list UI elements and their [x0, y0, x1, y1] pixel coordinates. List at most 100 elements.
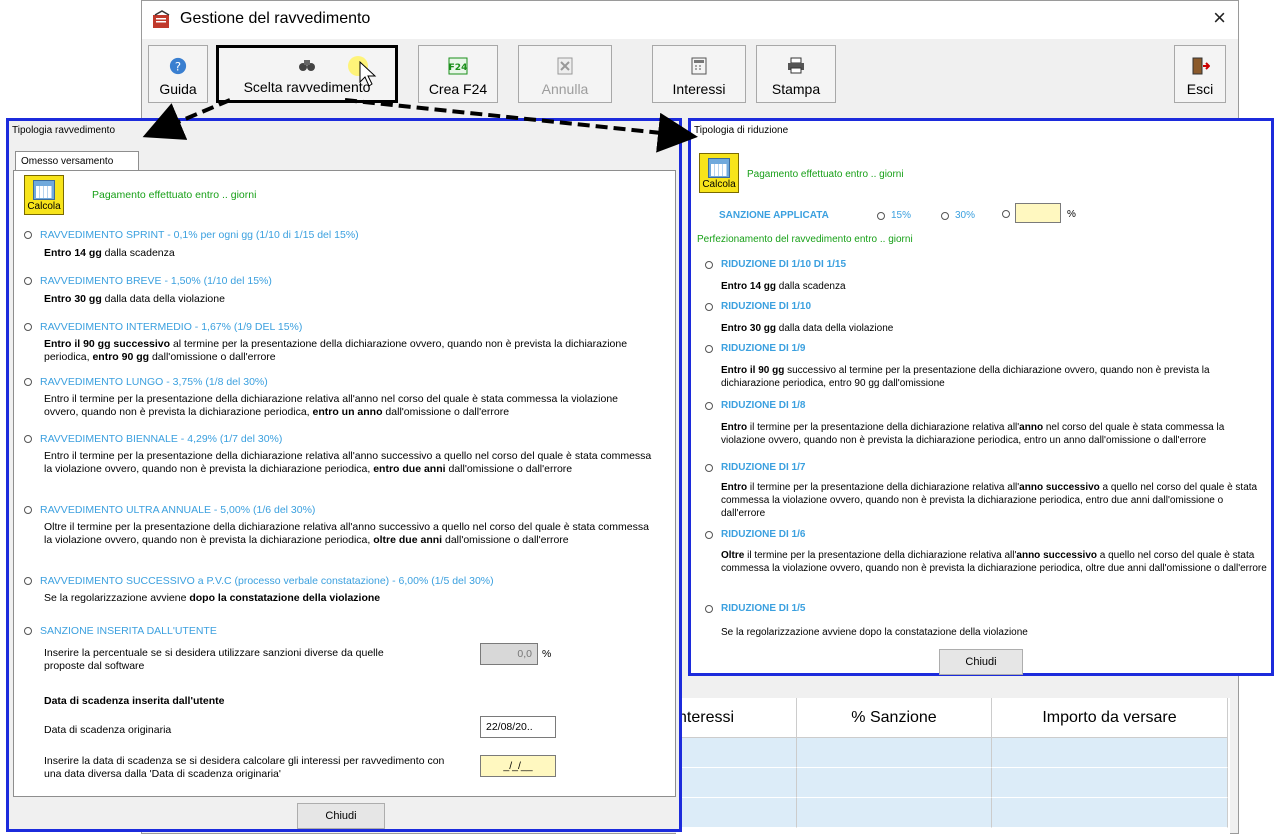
- option-intermedio[interactable]: RAVVEDIMENTO INTERMEDIO - 1,67% (1/9 DEL…: [24, 321, 302, 333]
- radio-button[interactable]: [1002, 210, 1010, 218]
- original-due-date-label: Data di scadenza originaria: [44, 724, 172, 736]
- calcola-label: Calcola: [27, 201, 61, 212]
- option-breve[interactable]: RAVVEDIMENTO BREVE - 1,50% (1/10 del 15%…: [24, 275, 272, 287]
- custom-percentage-field[interactable]: 0,0: [480, 643, 538, 665]
- column-header-importo: Importo da versare: [992, 698, 1228, 738]
- radio-button[interactable]: [705, 260, 713, 269]
- option-label: RIDUZIONE DI 1/6: [721, 529, 806, 540]
- option-riduzione-1-5[interactable]: RIDUZIONE DI 1/5: [705, 603, 805, 614]
- sanzione-custom-field[interactable]: [1015, 203, 1061, 223]
- option-description: Entro 30 gg dalla data della violazione: [721, 323, 894, 334]
- original-due-date-field[interactable]: 22/08/20..: [480, 716, 556, 738]
- section-heading: Pagamento effettuato entro .. giorni: [92, 189, 257, 201]
- crea-f24-button[interactable]: F24 Crea F24: [418, 45, 498, 103]
- option-label: RAVVEDIMENTO INTERMEDIO - 1,67% (1/9 DEL…: [40, 321, 303, 333]
- option-sprint[interactable]: RAVVEDIMENTO SPRINT - 0,1% per ogni gg (…: [24, 229, 359, 241]
- annulla-label: Annulla: [541, 81, 589, 97]
- binoculars-icon: [299, 60, 315, 71]
- table-cell: [797, 798, 992, 828]
- option-description: Entro il termine per la presentazione de…: [44, 450, 652, 475]
- window-title: Gestione del ravvedimento: [180, 10, 371, 27]
- option-description: Entro 30 gg dalla data della violazione: [44, 293, 225, 305]
- option-riduzione-1-10[interactable]: RIDUZIONE DI 1/10: [705, 301, 811, 312]
- custom-percentage-hint: Inserire la percentuale se si desidera u…: [44, 647, 384, 672]
- f24-icon: F24: [448, 57, 468, 75]
- option-riduzione-1-9[interactable]: RIDUZIONE DI 1/9: [705, 343, 805, 354]
- option-riduzione-1-10-di-1-15[interactable]: RIDUZIONE DI 1/10 DI 1/15: [705, 259, 846, 270]
- table-cell: [676, 798, 797, 828]
- chiudi-button[interactable]: Chiudi: [297, 803, 385, 829]
- option-description: Entro il 90 gg successivo al termine per…: [721, 365, 1210, 389]
- calcola-button[interactable]: Calcola: [24, 175, 64, 215]
- sanzione-15-option[interactable]: 15%: [877, 210, 911, 221]
- option-label: RIDUZIONE DI 1/5: [721, 603, 806, 614]
- calcola-label: Calcola: [702, 179, 736, 190]
- close-window-button[interactable]: ×: [1213, 5, 1226, 31]
- app-icon: [153, 10, 170, 28]
- calendar-icon: [33, 180, 55, 200]
- radio-button[interactable]: [877, 211, 885, 220]
- radio-button[interactable]: [705, 604, 713, 613]
- radio-button[interactable]: [24, 231, 32, 239]
- option-riduzione-1-8[interactable]: RIDUZIONE DI 1/8: [705, 400, 805, 411]
- scelta-ravvedimento-button[interactable]: Scelta ravvedimento: [216, 45, 398, 103]
- calcola-button[interactable]: Calcola: [699, 153, 739, 193]
- option-label: RAVVEDIMENTO BREVE - 1,50% (1/10 del 15%…: [40, 275, 272, 287]
- option-label: RIDUZIONE DI 1/7: [721, 462, 806, 473]
- option-lungo[interactable]: RAVVEDIMENTO LUNGO - 3,75% (1/8 del 30%): [24, 376, 268, 388]
- option-successivo-pvc[interactable]: RAVVEDIMENTO SUCCESSIVO a P.V.C (process…: [24, 575, 494, 587]
- option-description: Entro il termine per la presentazione de…: [44, 393, 618, 418]
- radio-button[interactable]: [24, 277, 32, 285]
- esci-button[interactable]: Esci: [1174, 45, 1226, 103]
- radio-button[interactable]: [705, 302, 713, 311]
- option-sanzione-utente[interactable]: SANZIONE INSERITA DALL'UTENTE: [24, 625, 217, 637]
- radio-button[interactable]: [941, 211, 949, 220]
- option-label: RIDUZIONE DI 1/8: [721, 400, 806, 411]
- title-bar: Gestione del ravvedimento ×: [142, 1, 1238, 39]
- scelta-label: Scelta ravvedimento: [243, 79, 371, 95]
- option-label: RIDUZIONE DI 1/10 DI 1/15: [721, 259, 847, 270]
- radio-button[interactable]: [24, 435, 32, 443]
- table-cell: [797, 768, 992, 798]
- radio-button[interactable]: [24, 577, 32, 585]
- radio-button[interactable]: [705, 463, 713, 472]
- radio-button[interactable]: [24, 323, 32, 331]
- table-cell: [992, 738, 1228, 768]
- option-label: RAVVEDIMENTO LUNGO - 3,75% (1/8 del 30%): [40, 376, 268, 388]
- option-biennale[interactable]: RAVVEDIMENTO BIENNALE - 4,29% (1/7 del 3…: [24, 433, 282, 445]
- esci-label: Esci: [1186, 81, 1214, 97]
- column-header-sanzione: % Sanzione: [797, 698, 992, 738]
- tipologia-ravvedimento-dialog: Tipologia ravvedimento Omesso versamento…: [6, 118, 682, 832]
- option-riduzione-1-6[interactable]: RIDUZIONE DI 1/6: [705, 529, 805, 540]
- riepilogo-table: nteressi % Sanzione Importo da versare: [676, 698, 1230, 834]
- alt-due-date-field[interactable]: _/_/__: [480, 755, 556, 777]
- radio-button[interactable]: [705, 530, 713, 539]
- option-description: Se la regolarizzazione avviene dopo la c…: [44, 592, 381, 604]
- radio-button[interactable]: [705, 344, 713, 353]
- guida-button[interactable]: ? Guida: [148, 45, 208, 103]
- radio-button[interactable]: [24, 627, 32, 635]
- annulla-button[interactable]: Annulla: [518, 45, 612, 103]
- percent-symbol: %: [1067, 209, 1076, 220]
- stampa-button[interactable]: Stampa: [756, 45, 836, 103]
- interessi-button[interactable]: Interessi: [652, 45, 746, 103]
- option-ultra-annuale[interactable]: RAVVEDIMENTO ULTRA ANNUALE - 5,00% (1/6 …: [24, 504, 315, 516]
- column-header-interessi: nteressi: [676, 698, 797, 738]
- chiudi-button[interactable]: Chiudi: [939, 649, 1023, 675]
- table-cell: [676, 768, 797, 798]
- radio-button[interactable]: [24, 506, 32, 514]
- radio-button[interactable]: [24, 378, 32, 386]
- tipologia-riduzione-dialog: Tipologia di riduzione Calcola Pagamento…: [688, 118, 1274, 676]
- printer-icon: [788, 57, 804, 74]
- option-riduzione-1-7[interactable]: RIDUZIONE DI 1/7: [705, 462, 805, 473]
- option-label: RIDUZIONE DI 1/10: [721, 301, 812, 312]
- option-label: RAVVEDIMENTO ULTRA ANNUALE - 5,00% (1/6 …: [40, 504, 316, 516]
- table-cell: [797, 738, 992, 768]
- option-description: Entro il 90 gg successivo al termine per…: [44, 338, 628, 363]
- cancel-document-icon: [557, 57, 573, 75]
- tab-omesso-versamento[interactable]: Omesso versamento: [15, 151, 139, 171]
- dialog-title: Tipologia di riduzione: [694, 125, 789, 136]
- sanzione-30-option[interactable]: 30%: [941, 210, 975, 221]
- svg-text:F24: F24: [449, 63, 468, 73]
- radio-button[interactable]: [705, 401, 713, 410]
